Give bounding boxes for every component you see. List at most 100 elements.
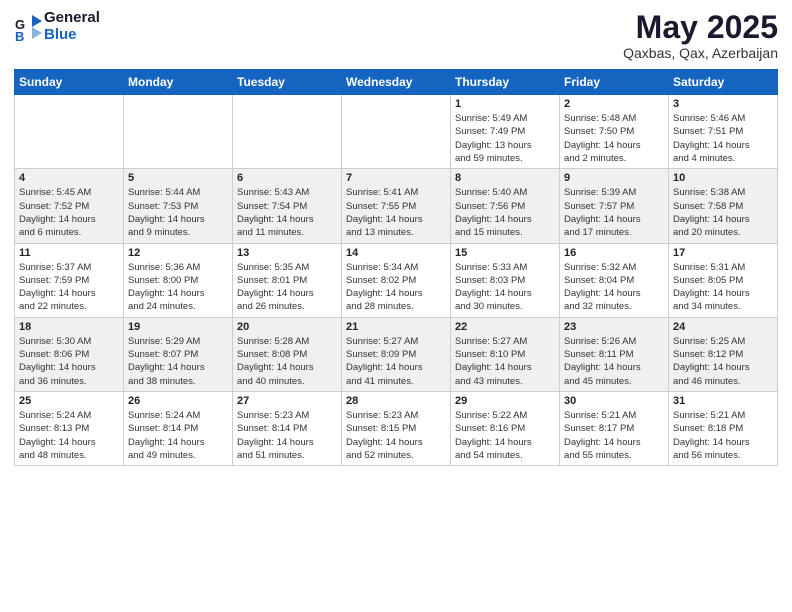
- day-info: Sunrise: 5:31 AMSunset: 8:05 PMDaylight:…: [673, 261, 773, 314]
- day-info: Sunrise: 5:38 AMSunset: 7:58 PMDaylight:…: [673, 186, 773, 239]
- calendar-cell: 5 Sunrise: 5:44 AMSunset: 7:53 PMDaylight…: [124, 169, 233, 243]
- header: G B General Blue May 2025 Qaxbas, Qax, A…: [14, 10, 778, 61]
- day-number: 5: [128, 172, 228, 184]
- day-info: Sunrise: 5:26 AMSunset: 8:11 PMDaylight:…: [564, 335, 664, 388]
- day-info: Sunrise: 5:21 AMSunset: 8:17 PMDaylight:…: [564, 409, 664, 462]
- calendar-cell: 25 Sunrise: 5:24 AMSunset: 8:13 PMDayligh…: [15, 391, 124, 465]
- calendar-week-row: 11 Sunrise: 5:37 AMSunset: 7:59 PMDayligh…: [15, 243, 778, 317]
- calendar-cell: 18 Sunrise: 5:30 AMSunset: 8:06 PMDayligh…: [15, 317, 124, 391]
- day-number: 29: [455, 395, 555, 407]
- calendar-cell: 11 Sunrise: 5:37 AMSunset: 7:59 PMDayligh…: [15, 243, 124, 317]
- logo-icon: G B: [14, 13, 42, 41]
- calendar-cell: 17 Sunrise: 5:31 AMSunset: 8:05 PMDayligh…: [669, 243, 778, 317]
- day-number: 28: [346, 395, 446, 407]
- calendar-cell: 16 Sunrise: 5:32 AMSunset: 8:04 PMDayligh…: [560, 243, 669, 317]
- day-info: Sunrise: 5:40 AMSunset: 7:56 PMDaylight:…: [455, 186, 555, 239]
- calendar-week-row: 4 Sunrise: 5:45 AMSunset: 7:52 PMDaylight…: [15, 169, 778, 243]
- day-number: 21: [346, 321, 446, 333]
- day-info: Sunrise: 5:44 AMSunset: 7:53 PMDaylight:…: [128, 186, 228, 239]
- day-number: 6: [237, 172, 337, 184]
- day-number: 16: [564, 247, 664, 259]
- calendar-cell: 21Sunrise: 5:27 AMSunset: 8:09 PMDayligh…: [342, 317, 451, 391]
- calendar-cell: [233, 95, 342, 169]
- day-number: 12: [128, 247, 228, 259]
- calendar-cell: 26 Sunrise: 5:24 AMSunset: 8:14 PMDayligh…: [124, 391, 233, 465]
- calendar-cell: 4 Sunrise: 5:45 AMSunset: 7:52 PMDaylight…: [15, 169, 124, 243]
- calendar-week-row: 18 Sunrise: 5:30 AMSunset: 8:06 PMDayligh…: [15, 317, 778, 391]
- day-info: Sunrise: 5:35 AMSunset: 8:01 PMDaylight:…: [237, 261, 337, 314]
- day-number: 22: [455, 321, 555, 333]
- calendar-cell: 19 Sunrise: 5:29 AMSunset: 8:07 PMDayligh…: [124, 317, 233, 391]
- day-number: 23: [564, 321, 664, 333]
- calendar-cell: [15, 95, 124, 169]
- day-info: Sunrise: 5:32 AMSunset: 8:04 PMDaylight:…: [564, 261, 664, 314]
- calendar-cell: 31 Sunrise: 5:21 AMSunset: 8:18 PMDayligh…: [669, 391, 778, 465]
- weekday-header: Monday: [124, 70, 233, 95]
- day-number: 20: [237, 321, 337, 333]
- calendar-cell: 14 Sunrise: 5:34 AMSunset: 8:02 PMDayligh…: [342, 243, 451, 317]
- day-number: 2: [564, 98, 664, 110]
- day-number: 30: [564, 395, 664, 407]
- day-number: 31: [673, 395, 773, 407]
- calendar-cell: 20 Sunrise: 5:28 AMSunset: 8:08 PMDayligh…: [233, 317, 342, 391]
- day-info: Sunrise: 5:43 AMSunset: 7:54 PMDaylight:…: [237, 186, 337, 239]
- day-number: 7: [346, 172, 446, 184]
- calendar-body: 1 Sunrise: 5:49 AMSunset: 7:49 PMDaylight…: [15, 95, 778, 466]
- day-info: Sunrise: 5:21 AMSunset: 8:18 PMDaylight:…: [673, 409, 773, 462]
- day-info: Sunrise: 5:23 AMSunset: 8:14 PMDaylight:…: [237, 409, 337, 462]
- day-info: Sunrise: 5:49 AMSunset: 7:49 PMDaylight:…: [455, 112, 555, 165]
- calendar-cell: 30 Sunrise: 5:21 AMSunset: 8:17 PMDayligh…: [560, 391, 669, 465]
- weekday-header: Thursday: [451, 70, 560, 95]
- calendar-cell: 9Sunrise: 5:39 AMSunset: 7:57 PMDaylight…: [560, 169, 669, 243]
- day-number: 19: [128, 321, 228, 333]
- day-number: 27: [237, 395, 337, 407]
- calendar: SundayMondayTuesdayWednesdayThursdayFrid…: [14, 69, 778, 466]
- calendar-cell: 24Sunrise: 5:25 AMSunset: 8:12 PMDayligh…: [669, 317, 778, 391]
- day-number: 1: [455, 98, 555, 110]
- weekday-header: Tuesday: [233, 70, 342, 95]
- day-info: Sunrise: 5:23 AMSunset: 8:15 PMDaylight:…: [346, 409, 446, 462]
- calendar-cell: 27 Sunrise: 5:23 AMSunset: 8:14 PMDayligh…: [233, 391, 342, 465]
- day-info: Sunrise: 5:22 AMSunset: 8:16 PMDaylight:…: [455, 409, 555, 462]
- day-info: Sunrise: 5:34 AMSunset: 8:02 PMDaylight:…: [346, 261, 446, 314]
- day-info: Sunrise: 5:25 AMSunset: 8:12 PMDaylight:…: [673, 335, 773, 388]
- calendar-cell: [342, 95, 451, 169]
- day-info: Sunrise: 5:28 AMSunset: 8:08 PMDaylight:…: [237, 335, 337, 388]
- day-info: Sunrise: 5:24 AMSunset: 8:13 PMDaylight:…: [19, 409, 119, 462]
- logo: G B General Blue: [14, 10, 100, 43]
- calendar-cell: 29 Sunrise: 5:22 AMSunset: 8:16 PMDayligh…: [451, 391, 560, 465]
- day-info: Sunrise: 5:30 AMSunset: 8:06 PMDaylight:…: [19, 335, 119, 388]
- day-info: Sunrise: 5:29 AMSunset: 8:07 PMDaylight:…: [128, 335, 228, 388]
- day-info: Sunrise: 5:41 AMSunset: 7:55 PMDaylight:…: [346, 186, 446, 239]
- calendar-cell: 1 Sunrise: 5:49 AMSunset: 7:49 PMDaylight…: [451, 95, 560, 169]
- day-info: Sunrise: 5:36 AMSunset: 8:00 PMDaylight:…: [128, 261, 228, 314]
- day-number: 3: [673, 98, 773, 110]
- logo-blue: Blue: [44, 27, 100, 44]
- calendar-cell: 22Sunrise: 5:27 AMSunset: 8:10 PMDayligh…: [451, 317, 560, 391]
- day-number: 26: [128, 395, 228, 407]
- day-number: 17: [673, 247, 773, 259]
- calendar-week-row: 25 Sunrise: 5:24 AMSunset: 8:13 PMDayligh…: [15, 391, 778, 465]
- weekday-header: Wednesday: [342, 70, 451, 95]
- day-info: Sunrise: 5:24 AMSunset: 8:14 PMDaylight:…: [128, 409, 228, 462]
- day-number: 14: [346, 247, 446, 259]
- calendar-cell: 15Sunrise: 5:33 AMSunset: 8:03 PMDayligh…: [451, 243, 560, 317]
- day-info: Sunrise: 5:37 AMSunset: 7:59 PMDaylight:…: [19, 261, 119, 314]
- calendar-week-row: 1 Sunrise: 5:49 AMSunset: 7:49 PMDaylight…: [15, 95, 778, 169]
- weekday-header: Sunday: [15, 70, 124, 95]
- weekday-header: Saturday: [669, 70, 778, 95]
- day-number: 4: [19, 172, 119, 184]
- day-number: 25: [19, 395, 119, 407]
- logo-general: General: [44, 10, 100, 27]
- day-number: 18: [19, 321, 119, 333]
- day-info: Sunrise: 5:45 AMSunset: 7:52 PMDaylight:…: [19, 186, 119, 239]
- title-block: May 2025 Qaxbas, Qax, Azerbaijan: [623, 10, 778, 61]
- day-number: 15: [455, 247, 555, 259]
- day-info: Sunrise: 5:46 AMSunset: 7:51 PMDaylight:…: [673, 112, 773, 165]
- day-number: 11: [19, 247, 119, 259]
- calendar-cell: [124, 95, 233, 169]
- calendar-cell: 7 Sunrise: 5:41 AMSunset: 7:55 PMDaylight…: [342, 169, 451, 243]
- svg-text:B: B: [15, 29, 24, 41]
- calendar-cell: 28 Sunrise: 5:23 AMSunset: 8:15 PMDayligh…: [342, 391, 451, 465]
- day-number: 9: [564, 172, 664, 184]
